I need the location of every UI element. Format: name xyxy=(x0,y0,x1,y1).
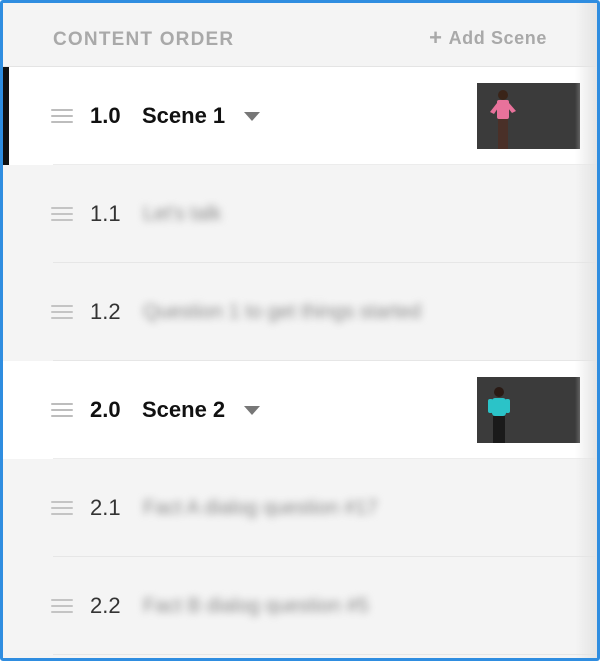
item-number: 2.2 xyxy=(90,593,121,618)
content-row-1-2[interactable]: 1.2 Question 1 to get things started xyxy=(3,263,597,361)
item-number: 2.1 xyxy=(90,495,121,520)
content-order-panel: CONTENT ORDER + Add Scene 1.0 Scene 1 1.… xyxy=(0,0,600,661)
drag-handle-icon[interactable] xyxy=(51,109,73,123)
scene-row-2[interactable]: 2.0 Scene 2 xyxy=(3,361,597,459)
content-row-2-1[interactable]: 2.1 Fact A dialog question #17 xyxy=(3,459,597,557)
scene-name: Scene 1 xyxy=(142,103,226,128)
drag-handle-icon[interactable] xyxy=(51,599,73,613)
item-number: 1.2 xyxy=(90,299,121,324)
panel-title: CONTENT ORDER xyxy=(53,29,235,50)
drag-handle-icon[interactable] xyxy=(51,305,73,319)
item-number: 1.1 xyxy=(90,201,121,226)
scene-thumbnail[interactable] xyxy=(477,377,580,443)
chevron-down-icon[interactable] xyxy=(244,111,260,121)
chevron-down-icon[interactable] xyxy=(244,405,260,415)
add-scene-button[interactable]: + Add Scene xyxy=(429,27,547,49)
content-row-2-2[interactable]: 2.2 Fact B dialog question #5 xyxy=(3,557,597,655)
person-figure-icon xyxy=(477,83,580,149)
scene-number: 2.0 xyxy=(90,397,121,422)
scene-number: 1.0 xyxy=(90,103,121,128)
drag-handle-icon[interactable] xyxy=(51,207,73,221)
add-scene-label: Add Scene xyxy=(448,27,547,48)
item-title: Fact B dialog question #5 xyxy=(143,594,369,617)
panel-header: CONTENT ORDER + Add Scene xyxy=(3,3,597,67)
item-title: Question 1 to get things started xyxy=(143,300,421,323)
drag-handle-icon[interactable] xyxy=(51,501,73,515)
plus-icon: + xyxy=(429,25,443,50)
item-title: Fact A dialog question #17 xyxy=(143,496,378,519)
content-row-1-1[interactable]: 1.1 Let's talk xyxy=(3,165,597,263)
active-indicator xyxy=(3,67,9,165)
item-title: Let's talk xyxy=(143,202,222,225)
drag-handle-icon[interactable] xyxy=(51,403,73,417)
person-figure-icon xyxy=(477,377,580,443)
scene-thumbnail[interactable] xyxy=(477,83,580,149)
scene-row-1[interactable]: 1.0 Scene 1 xyxy=(3,67,597,165)
scene-name: Scene 2 xyxy=(142,397,226,422)
